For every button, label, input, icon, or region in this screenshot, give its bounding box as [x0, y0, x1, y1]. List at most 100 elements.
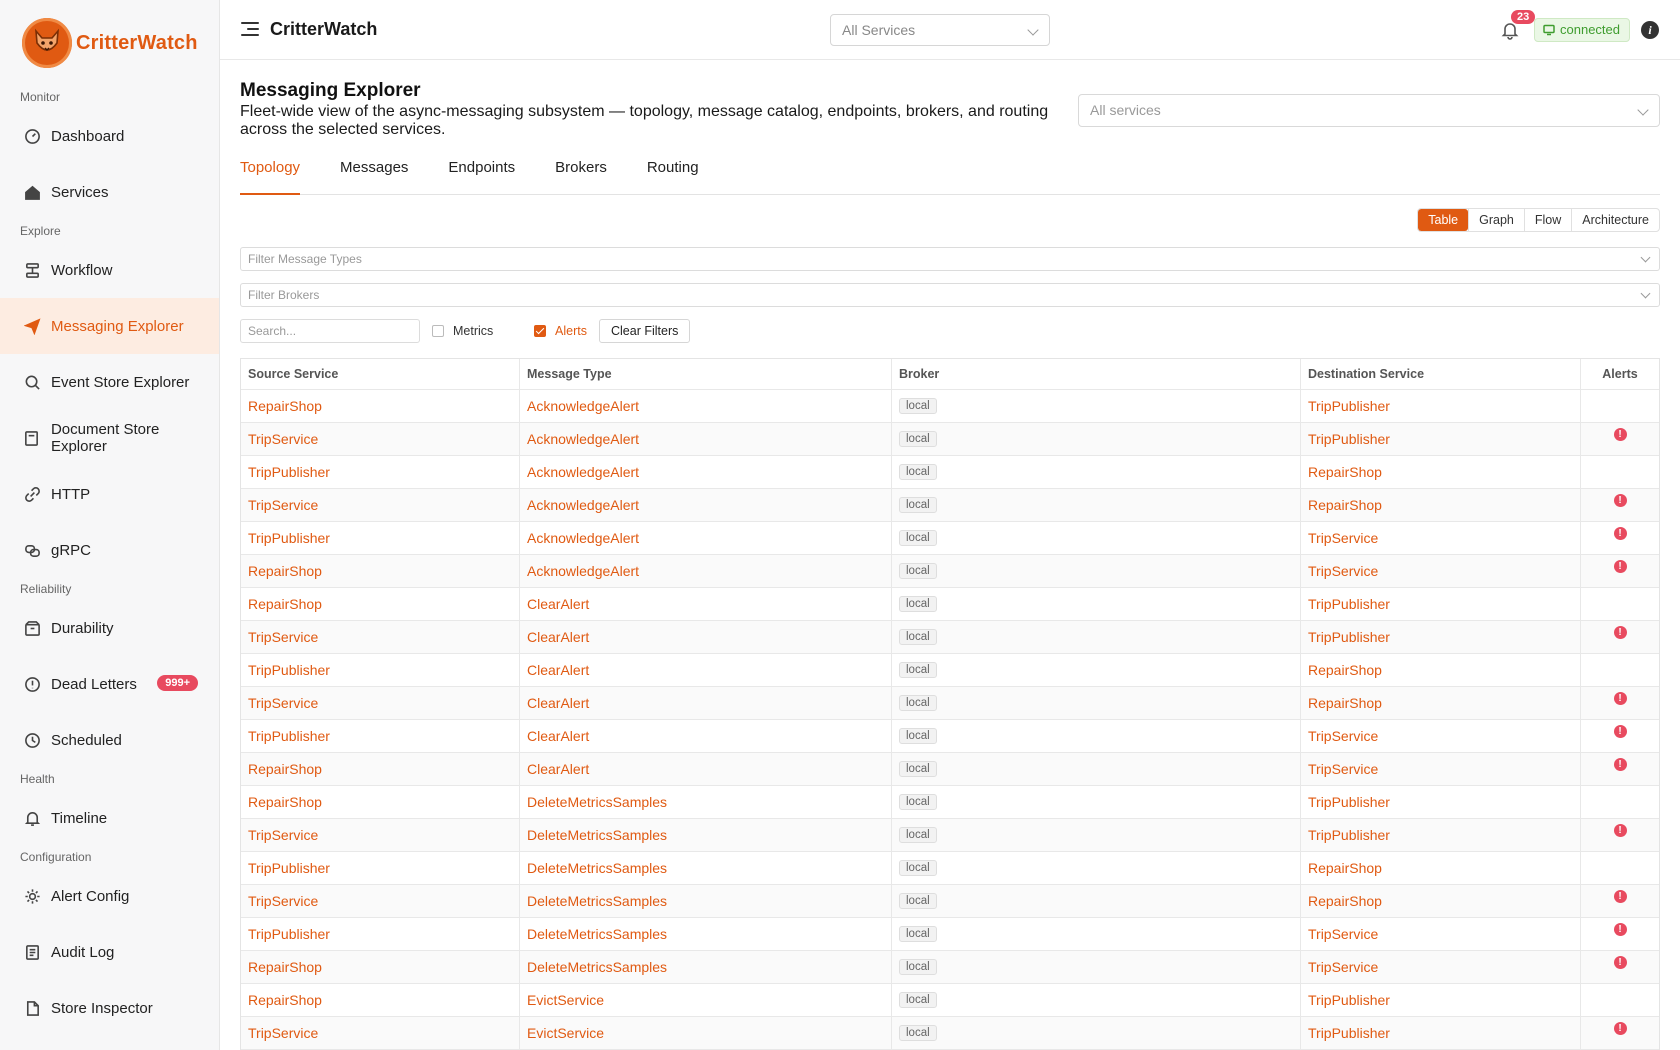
- tab-topology[interactable]: Topology: [240, 156, 301, 195]
- column-header[interactable]: Destination Service: [1301, 359, 1581, 389]
- source-service-link[interactable]: TripPublisher: [248, 464, 330, 480]
- sidebar-item-durability[interactable]: Durability: [0, 600, 219, 656]
- destination-service-link[interactable]: TripService: [1308, 530, 1378, 546]
- alert-icon[interactable]: !: [1613, 494, 1627, 507]
- destination-service-link[interactable]: TripPublisher: [1308, 827, 1390, 843]
- column-header[interactable]: Broker: [892, 359, 1301, 389]
- source-service-link[interactable]: RepairShop: [248, 761, 322, 777]
- alert-icon[interactable]: !: [1613, 626, 1627, 639]
- destination-service-link[interactable]: RepairShop: [1308, 662, 1382, 678]
- destination-service-link[interactable]: TripPublisher: [1308, 1025, 1390, 1041]
- destination-service-link[interactable]: TripPublisher: [1308, 629, 1390, 645]
- sidebar-item-messaging-explorer[interactable]: Messaging Explorer: [0, 298, 219, 354]
- message-type-link[interactable]: EvictService: [527, 992, 604, 1008]
- source-service-link[interactable]: RepairShop: [248, 563, 322, 579]
- view-mode-graph-button[interactable]: Graph: [1468, 209, 1524, 231]
- destination-service-link[interactable]: TripService: [1308, 728, 1378, 744]
- services-filter-select[interactable]: All services: [1078, 94, 1660, 127]
- clear-filters-button[interactable]: Clear Filters: [599, 319, 691, 343]
- service-select[interactable]: All Services: [830, 14, 1050, 46]
- source-service-link[interactable]: TripService: [248, 893, 318, 909]
- message-type-link[interactable]: ClearAlert: [527, 662, 589, 678]
- message-type-link[interactable]: ClearAlert: [527, 761, 589, 777]
- info-icon[interactable]: i: [1641, 21, 1659, 39]
- alert-icon[interactable]: !: [1613, 428, 1627, 441]
- view-mode-architecture-button[interactable]: Architecture: [1571, 209, 1659, 231]
- alert-icon[interactable]: !: [1613, 692, 1627, 705]
- source-service-link[interactable]: TripPublisher: [248, 728, 330, 744]
- message-type-link[interactable]: ClearAlert: [527, 596, 589, 612]
- message-type-link[interactable]: AcknowledgeAlert: [527, 431, 639, 447]
- tab-endpoints[interactable]: Endpoints: [448, 156, 515, 195]
- destination-service-link[interactable]: TripService: [1308, 926, 1378, 942]
- destination-service-link[interactable]: TripService: [1308, 959, 1378, 975]
- sidebar-item-services[interactable]: Services: [0, 164, 219, 220]
- destination-service-link[interactable]: TripPublisher: [1308, 596, 1390, 612]
- view-mode-flow-button[interactable]: Flow: [1523, 209, 1571, 231]
- source-service-link[interactable]: TripService: [248, 1025, 318, 1041]
- alert-icon[interactable]: !: [1613, 725, 1627, 738]
- sidebar-item-http[interactable]: HTTP: [0, 466, 219, 522]
- sidebar-item-document-store-explorer[interactable]: Document Store Explorer: [0, 410, 219, 466]
- sidebar-item-event-store-explorer[interactable]: Event Store Explorer: [0, 354, 219, 410]
- sidebar-item-grpc[interactable]: gRPC: [0, 522, 219, 578]
- sidebar-item-workflow[interactable]: Workflow: [0, 242, 219, 298]
- column-header[interactable]: Alerts: [1581, 359, 1659, 389]
- alert-icon[interactable]: !: [1613, 560, 1627, 573]
- destination-service-link[interactable]: RepairShop: [1308, 497, 1382, 513]
- message-type-link[interactable]: DeleteMetricsSamples: [527, 860, 667, 876]
- alert-icon[interactable]: !: [1613, 890, 1627, 903]
- alert-icon[interactable]: !: [1613, 527, 1627, 540]
- column-header[interactable]: Source Service: [241, 359, 520, 389]
- source-service-link[interactable]: TripService: [248, 827, 318, 843]
- sidebar-item-dashboard[interactable]: Dashboard: [0, 108, 219, 164]
- message-type-link[interactable]: ClearAlert: [527, 629, 589, 645]
- source-service-link[interactable]: TripService: [248, 431, 318, 447]
- metrics-checkbox[interactable]: Metrics: [432, 324, 493, 338]
- message-type-link[interactable]: AcknowledgeAlert: [527, 398, 639, 414]
- sidebar-item-audit-log[interactable]: Audit Log: [0, 924, 219, 980]
- source-service-link[interactable]: TripPublisher: [248, 530, 330, 546]
- column-header[interactable]: Message Type: [520, 359, 892, 389]
- source-service-link[interactable]: RepairShop: [248, 794, 322, 810]
- message-type-link[interactable]: AcknowledgeAlert: [527, 464, 639, 480]
- source-service-link[interactable]: RepairShop: [248, 398, 322, 414]
- source-service-link[interactable]: RepairShop: [248, 959, 322, 975]
- destination-service-link[interactable]: TripService: [1308, 761, 1378, 777]
- source-service-link[interactable]: TripService: [248, 497, 318, 513]
- message-type-link[interactable]: AcknowledgeAlert: [527, 497, 639, 513]
- tab-routing[interactable]: Routing: [647, 156, 699, 195]
- message-type-link[interactable]: ClearAlert: [527, 695, 589, 711]
- tab-messages[interactable]: Messages: [340, 156, 408, 195]
- message-type-link[interactable]: DeleteMetricsSamples: [527, 794, 667, 810]
- message-type-link[interactable]: DeleteMetricsSamples: [527, 926, 667, 942]
- alert-icon[interactable]: !: [1613, 923, 1627, 936]
- source-service-link[interactable]: RepairShop: [248, 992, 322, 1008]
- filter-brokers[interactable]: Filter Brokers: [240, 283, 1660, 307]
- source-service-link[interactable]: TripPublisher: [248, 926, 330, 942]
- destination-service-link[interactable]: TripPublisher: [1308, 992, 1390, 1008]
- alerts-checkbox[interactable]: Alerts: [534, 324, 587, 338]
- message-type-link[interactable]: AcknowledgeAlert: [527, 530, 639, 546]
- destination-service-link[interactable]: RepairShop: [1308, 695, 1382, 711]
- source-service-link[interactable]: TripService: [248, 629, 318, 645]
- alert-icon[interactable]: !: [1613, 824, 1627, 837]
- tab-brokers[interactable]: Brokers: [555, 156, 607, 195]
- destination-service-link[interactable]: TripPublisher: [1308, 398, 1390, 414]
- alert-icon[interactable]: !: [1613, 956, 1627, 969]
- destination-service-link[interactable]: RepairShop: [1308, 893, 1382, 909]
- sidebar-item-dead-letters[interactable]: Dead Letters 999+: [0, 656, 219, 712]
- destination-service-link[interactable]: RepairShop: [1308, 860, 1382, 876]
- hamburger-menu-icon[interactable]: [241, 22, 259, 38]
- alert-icon[interactable]: !: [1613, 758, 1627, 771]
- sidebar-item-alert-config[interactable]: Alert Config: [0, 868, 219, 924]
- message-type-link[interactable]: DeleteMetricsSamples: [527, 827, 667, 843]
- message-type-link[interactable]: AcknowledgeAlert: [527, 563, 639, 579]
- destination-service-link[interactable]: TripPublisher: [1308, 431, 1390, 447]
- alert-icon[interactable]: !: [1613, 1022, 1627, 1035]
- sidebar-item-timeline[interactable]: Timeline: [0, 790, 219, 846]
- source-service-link[interactable]: TripService: [248, 695, 318, 711]
- destination-service-link[interactable]: RepairShop: [1308, 464, 1382, 480]
- message-type-link[interactable]: EvictService: [527, 1025, 604, 1041]
- destination-service-link[interactable]: TripPublisher: [1308, 794, 1390, 810]
